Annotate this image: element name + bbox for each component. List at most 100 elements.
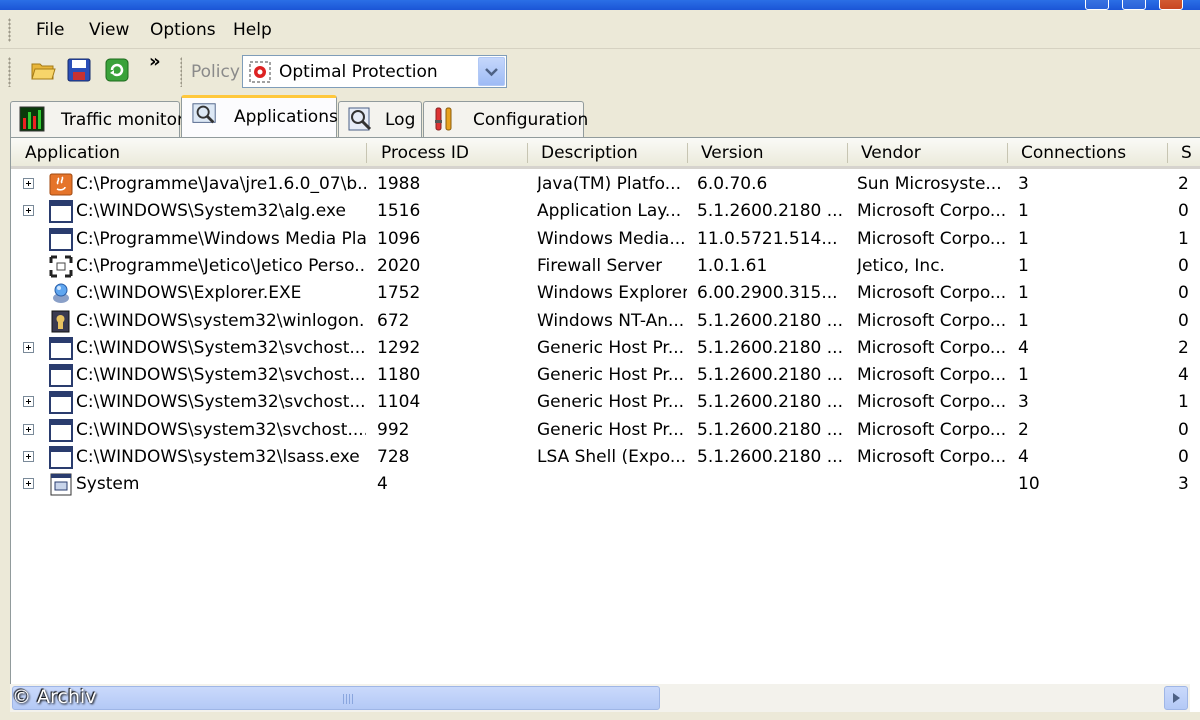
window-icon <box>49 200 73 224</box>
cell-application: C:\WINDOWS\system32\lsass.exe <box>76 447 360 467</box>
policy-shield-icon <box>249 61 271 83</box>
table-row[interactable]: C:\Programme\Java\jre1.6.0_07\b... 1988 Ja… <box>11 171 1200 198</box>
expand-plus-icon[interactable] <box>23 341 34 353</box>
cell-connections: 1 <box>1018 255 1029 276</box>
java-icon <box>49 173 73 196</box>
cell-vendor: Microsoft Corpo... <box>857 283 1007 304</box>
tab-traffic-monitor[interactable]: Traffic monitor <box>10 101 184 137</box>
cell-vendor: Microsoft Corpo... <box>857 310 1007 331</box>
cell-connections: 1 <box>1018 201 1029 222</box>
cell-application: C:\Programme\Java\jre1.6.0_07\b... <box>76 174 366 194</box>
table-row[interactable]: C:\WINDOWS\System32\alg.exe 1516 Applicati… <box>11 198 1200 225</box>
window-icon <box>49 364 73 388</box>
horizontal-scrollbar[interactable] <box>10 684 1190 712</box>
table-row[interactable]: C:\WINDOWS\System32\svchost.... 1292 Gener… <box>11 335 1200 362</box>
toolbar-grip <box>8 57 11 87</box>
cell-application: C:\WINDOWS\System32\svchost.... <box>76 337 366 358</box>
menu-options[interactable]: Options <box>150 20 216 40</box>
expand-plus-icon[interactable] <box>23 178 34 189</box>
table-row[interactable]: C:\WINDOWS\system32\svchost.... 992 Generi… <box>11 417 1200 444</box>
cell-description: Java(TM) Platfo... <box>537 174 681 194</box>
menu-file[interactable]: File <box>36 20 64 40</box>
table-row[interactable]: C:\WINDOWS\System32\svchost.... 1180 Gener… <box>11 362 1200 389</box>
cell-description: Generic Host Pr... <box>537 337 685 358</box>
cell-extra: 0 <box>1178 201 1189 222</box>
cell-version: 5.1.2600.2180 ... <box>697 201 843 222</box>
chevron-down-icon <box>485 68 498 77</box>
table-row[interactable]: C:\WINDOWS\Explorer.EXE 1752 Windows Explo… <box>11 280 1200 307</box>
expand-plus-icon[interactable] <box>23 478 34 490</box>
tab-strip: Traffic monitor Applications Log Configu… <box>0 95 1200 137</box>
policy-label: Policy <box>191 62 240 82</box>
cell-process-id: 992 <box>377 419 410 440</box>
cell-vendor: Microsoft Corpo... <box>857 365 1007 386</box>
table-row[interactable]: C:\WINDOWS\System32\svchost.... 1104 Gener… <box>11 389 1200 416</box>
column-header-process-id[interactable]: Process ID <box>367 138 527 166</box>
table-row[interactable]: System 4 10 3 <box>11 471 1200 498</box>
cell-description: Firewall Server <box>537 255 663 276</box>
cell-process-id: 672 <box>377 310 410 331</box>
column-header-connections[interactable]: Connections <box>1007 138 1167 166</box>
expand-plus-icon[interactable] <box>23 205 34 217</box>
cell-version: 1.0.1.61 <box>697 255 768 276</box>
column-header-version[interactable]: Version <box>687 138 847 166</box>
column-header-extra[interactable]: S <box>1167 138 1200 166</box>
cell-extra: 0 <box>1178 310 1189 331</box>
cell-description: Windows Explorer <box>537 283 687 304</box>
expand-plus-icon[interactable] <box>23 396 34 408</box>
traffic-monitor-icon <box>19 106 45 132</box>
tab-configuration[interactable]: Configuration <box>423 101 588 137</box>
cell-application: C:\WINDOWS\system32\svchost.... <box>76 419 366 440</box>
refresh-icon[interactable] <box>104 57 130 83</box>
column-header-vendor[interactable]: Vendor <box>847 138 1007 166</box>
tab-log[interactable]: Log <box>338 101 422 137</box>
scrollbar-grip <box>343 694 355 704</box>
cell-version: 5.1.2600.2180 ... <box>697 447 843 467</box>
toolbar-overflow-chevron[interactable]: » <box>149 51 161 72</box>
cell-version: 6.0.70.6 <box>697 174 768 194</box>
save-icon[interactable] <box>66 57 92 83</box>
scroll-right-arrow-icon[interactable] <box>1164 686 1188 710</box>
open-folder-icon[interactable] <box>30 57 56 83</box>
cell-vendor: Microsoft Corpo... <box>857 447 1007 467</box>
expand-plus-icon[interactable] <box>23 423 34 435</box>
menu-bar: File View Options Help <box>0 10 1200 49</box>
cell-application: C:\WINDOWS\System32\alg.exe <box>76 201 346 222</box>
cell-description: Application Lay... <box>537 201 682 222</box>
menu-view[interactable]: View <box>89 20 129 40</box>
cell-description: LSA Shell (Expo... <box>537 447 687 467</box>
window-icon <box>49 391 73 415</box>
applications-table: Application Process ID Description Versi… <box>10 137 1200 713</box>
policy-selected-value: Optimal Protection <box>279 62 438 82</box>
cell-version: 5.1.2600.2180 ... <box>697 365 843 386</box>
cell-process-id: 1988 <box>377 174 421 194</box>
cell-application: C:\WINDOWS\system32\winlogon.... <box>76 310 366 331</box>
expand-plus-icon[interactable] <box>23 451 34 462</box>
menu-help[interactable]: Help <box>233 20 272 40</box>
table-row[interactable]: C:\Programme\Windows Media Pla... 1096 Win… <box>11 226 1200 253</box>
cell-description: Generic Host Pr... <box>537 419 685 440</box>
cell-application: C:\Programme\Windows Media Pla... <box>76 228 366 249</box>
maximize-button[interactable] <box>1122 0 1146 10</box>
column-header-application[interactable]: Application <box>11 138 366 166</box>
tab-label: Traffic monitor <box>61 110 184 130</box>
cell-description: Windows Media... <box>537 228 686 249</box>
cell-application: C:\Programme\Jetico\Jetico Perso... <box>76 255 366 276</box>
policy-dropdown[interactable]: Optimal Protection <box>242 55 507 88</box>
log-icon <box>348 107 372 131</box>
table-row[interactable]: C:\WINDOWS\system32\lsass.exe 728 LSA Shel… <box>11 444 1200 471</box>
cell-vendor: Microsoft Corpo... <box>857 201 1007 222</box>
cell-connections: 1 <box>1018 365 1029 386</box>
cell-extra: 0 <box>1178 447 1189 467</box>
table-row[interactable]: C:\Programme\Jetico\Jetico Perso... 2020 F… <box>11 253 1200 280</box>
cell-process-id: 1180 <box>377 365 421 386</box>
table-row[interactable]: C:\WINDOWS\system32\winlogon.... 672 Windo… <box>11 308 1200 335</box>
cell-connections: 1 <box>1018 283 1029 304</box>
minimize-button[interactable] <box>1085 0 1109 10</box>
policy-dropdown-button[interactable] <box>478 57 505 86</box>
close-button[interactable] <box>1159 0 1183 10</box>
column-header-description[interactable]: Description <box>527 138 687 166</box>
tab-applications[interactable]: Applications <box>181 95 338 137</box>
scrollbar-thumb[interactable] <box>12 686 660 710</box>
cell-vendor: Microsoft Corpo... <box>857 337 1007 358</box>
